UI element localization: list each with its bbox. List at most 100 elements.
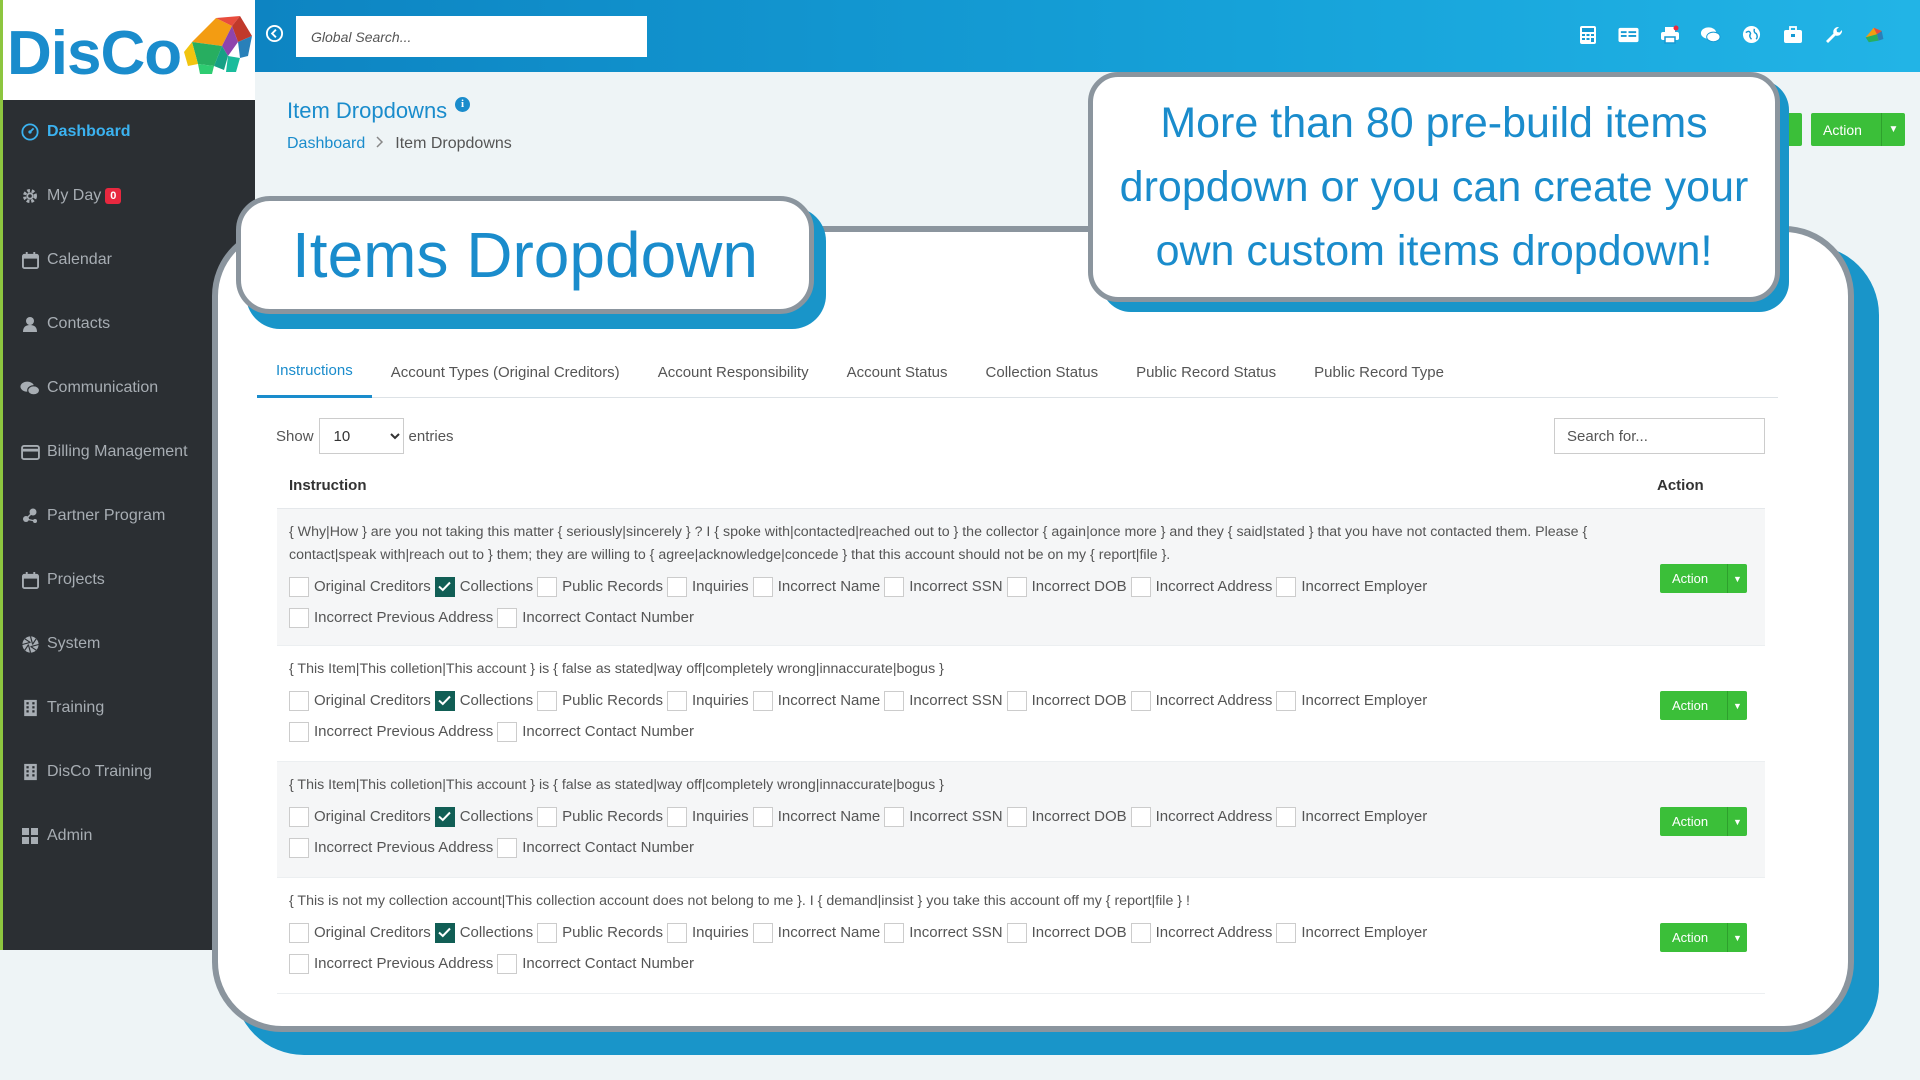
checkbox-checked-icon[interactable] [434, 806, 455, 827]
page-size-select[interactable]: 10 [318, 418, 404, 454]
checkbox-inquiries[interactable]: Inquiries [666, 685, 749, 716]
row-action-button[interactable]: Action ▼ [1660, 691, 1747, 720]
checkbox-box[interactable] [1130, 922, 1151, 943]
back-circle-icon[interactable] [265, 24, 284, 48]
wrench-icon[interactable] [1823, 24, 1844, 45]
checkbox-box[interactable] [666, 922, 687, 943]
sidebar-item-my-day[interactable]: My Day 0 [3, 164, 255, 228]
checkbox-box[interactable] [666, 806, 687, 827]
checkbox-checked-icon[interactable] [434, 690, 455, 711]
checkbox-box[interactable] [1130, 690, 1151, 711]
checkbox-incorrect-name[interactable]: Incorrect Name [752, 917, 880, 948]
checkbox-incorrect-previous-address[interactable]: Incorrect Previous Address [289, 716, 493, 747]
checkbox-original-creditors[interactable]: Original Creditors [289, 685, 431, 716]
caret-down-icon[interactable]: ▼ [1727, 807, 1747, 836]
checkbox-box[interactable] [537, 922, 558, 943]
checkbox-box[interactable] [289, 953, 309, 974]
checkbox-box[interactable] [1006, 576, 1027, 597]
checkbox-box[interactable] [1130, 806, 1151, 827]
checkbox-incorrect-ssn[interactable]: Incorrect SSN [884, 917, 1003, 948]
checkbox-incorrect-contact-number[interactable]: Incorrect Contact Number [497, 832, 694, 863]
briefcase-icon[interactable] [1782, 24, 1803, 45]
checkbox-collections[interactable]: Collections [434, 801, 533, 832]
checkbox-box[interactable] [289, 806, 309, 827]
checkbox-box[interactable] [497, 953, 518, 974]
checkbox-collections[interactable]: Collections [434, 571, 533, 602]
checkbox-incorrect-address[interactable]: Incorrect Address [1130, 917, 1272, 948]
checkbox-incorrect-previous-address[interactable]: Incorrect Previous Address [289, 832, 493, 863]
checkbox-incorrect-dob[interactable]: Incorrect DOB [1006, 801, 1127, 832]
checkbox-incorrect-employer[interactable]: Incorrect Employer [1276, 571, 1427, 602]
checkbox-box[interactable] [1276, 576, 1297, 597]
tab-account-status[interactable]: Account Status [828, 346, 967, 398]
checkbox-box[interactable] [1276, 922, 1297, 943]
checkbox-box[interactable] [666, 576, 687, 597]
checkbox-inquiries[interactable]: Inquiries [666, 917, 749, 948]
comments-icon[interactable] [1700, 24, 1721, 45]
checkbox-incorrect-name[interactable]: Incorrect Name [752, 571, 880, 602]
checkbox-box[interactable] [537, 576, 558, 597]
caret-down-icon[interactable]: ▼ [1727, 564, 1747, 593]
checkbox-box[interactable] [752, 690, 773, 711]
sidebar-item-dashboard[interactable]: Dashboard [3, 100, 255, 164]
checkbox-incorrect-dob[interactable]: Incorrect DOB [1006, 571, 1127, 602]
tab-public-record-type[interactable]: Public Record Type [1295, 346, 1463, 398]
checkbox-checked-icon[interactable] [434, 576, 455, 597]
checkbox-box[interactable] [497, 721, 518, 742]
checkbox-box[interactable] [537, 690, 558, 711]
checkbox-box[interactable] [497, 837, 518, 858]
tab-instructions[interactable]: Instructions [257, 346, 372, 398]
checkbox-box[interactable] [289, 576, 309, 597]
checkbox-box[interactable] [289, 607, 309, 628]
checkbox-box[interactable] [1276, 806, 1297, 827]
id-card-icon[interactable] [1618, 24, 1639, 45]
checkbox-incorrect-employer[interactable]: Incorrect Employer [1276, 685, 1427, 716]
checkbox-box[interactable] [752, 806, 773, 827]
checkbox-incorrect-previous-address[interactable]: Incorrect Previous Address [289, 602, 493, 633]
checkbox-incorrect-name[interactable]: Incorrect Name [752, 685, 880, 716]
checkbox-original-creditors[interactable]: Original Creditors [289, 917, 431, 948]
checkbox-box[interactable] [666, 690, 687, 711]
checkbox-collections[interactable]: Collections [434, 917, 533, 948]
checkbox-box[interactable] [884, 806, 905, 827]
info-icon[interactable]: i [455, 97, 470, 112]
checkbox-incorrect-address[interactable]: Incorrect Address [1130, 801, 1272, 832]
calculator-icon[interactable] [1577, 24, 1598, 45]
checkbox-incorrect-employer[interactable]: Incorrect Employer [1276, 801, 1427, 832]
checkbox-box[interactable] [1006, 922, 1027, 943]
checkbox-inquiries[interactable]: Inquiries [666, 801, 749, 832]
checkbox-incorrect-address[interactable]: Incorrect Address [1130, 571, 1272, 602]
global-search-input[interactable] [296, 16, 647, 57]
tab-account-types-original-creditors[interactable]: Account Types (Original Creditors) [372, 346, 639, 398]
tab-collection-status[interactable]: Collection Status [967, 346, 1118, 398]
checkbox-incorrect-previous-address[interactable]: Incorrect Previous Address [289, 948, 493, 979]
checkbox-incorrect-dob[interactable]: Incorrect DOB [1006, 685, 1127, 716]
checkbox-box[interactable] [1006, 690, 1027, 711]
checkbox-box[interactable] [1006, 806, 1027, 827]
checkbox-incorrect-employer[interactable]: Incorrect Employer [1276, 917, 1427, 948]
table-search-input[interactable] [1554, 418, 1765, 454]
column-header-instruction[interactable]: Instruction [277, 477, 1657, 494]
row-action-button[interactable]: Action ▼ [1660, 807, 1747, 836]
checkbox-incorrect-contact-number[interactable]: Incorrect Contact Number [497, 602, 694, 633]
checkbox-collections[interactable]: Collections [434, 685, 533, 716]
checkbox-box[interactable] [752, 922, 773, 943]
checkbox-box[interactable] [1130, 576, 1151, 597]
page-action-button[interactable]: Action ▼ [1811, 113, 1905, 146]
checkbox-public-records[interactable]: Public Records [537, 571, 663, 602]
print-icon[interactable] [1659, 24, 1680, 45]
checkbox-inquiries[interactable]: Inquiries [666, 571, 749, 602]
checkbox-box[interactable] [497, 607, 518, 628]
checkbox-incorrect-name[interactable]: Incorrect Name [752, 801, 880, 832]
caret-down-icon[interactable]: ▼ [1727, 691, 1747, 720]
checkbox-box[interactable] [884, 922, 905, 943]
checkbox-original-creditors[interactable]: Original Creditors [289, 571, 431, 602]
globe-icon[interactable] [1741, 24, 1762, 45]
checkbox-incorrect-ssn[interactable]: Incorrect SSN [884, 801, 1003, 832]
checkbox-public-records[interactable]: Public Records [537, 917, 663, 948]
checkbox-box[interactable] [289, 690, 309, 711]
caret-down-icon[interactable]: ▼ [1881, 113, 1905, 146]
checkbox-incorrect-dob[interactable]: Incorrect DOB [1006, 917, 1127, 948]
checkbox-incorrect-contact-number[interactable]: Incorrect Contact Number [497, 948, 694, 979]
checkbox-incorrect-ssn[interactable]: Incorrect SSN [884, 685, 1003, 716]
